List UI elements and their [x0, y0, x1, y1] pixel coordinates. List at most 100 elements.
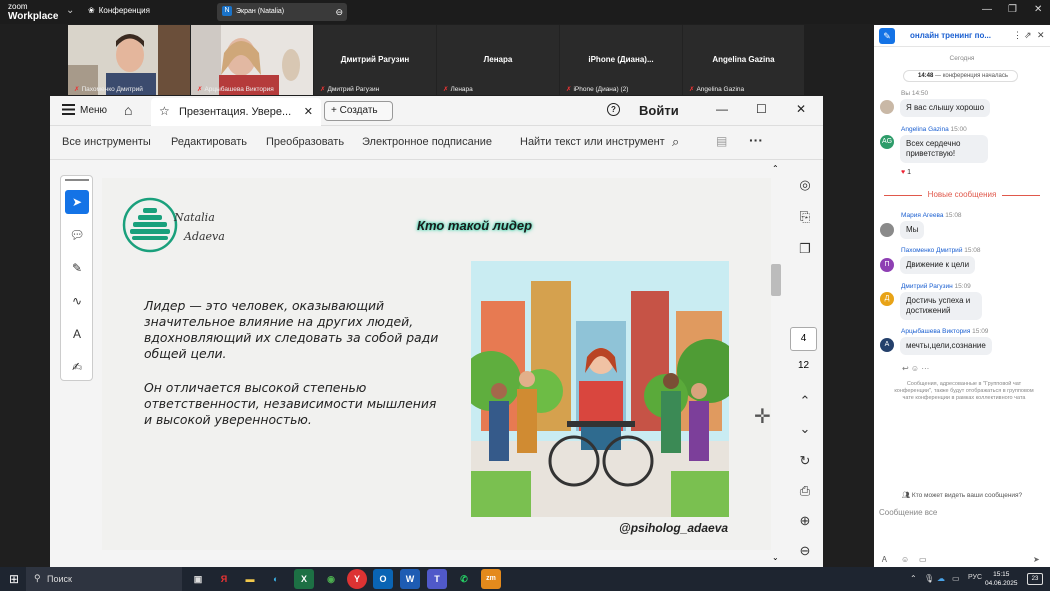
close-tab-icon[interactable]: ✕ — [304, 105, 313, 118]
more-icon[interactable]: ⋮ — [1013, 30, 1022, 41]
more-icon[interactable]: ··· — [749, 132, 763, 148]
file-explorer-icon[interactable]: ▬ — [240, 569, 260, 589]
tray-expand-icon[interactable]: ⌃ — [910, 574, 917, 583]
zoom-taskbar-icon[interactable]: zm — [481, 569, 501, 589]
close-icon[interactable]: ✕ — [1034, 4, 1042, 15]
message-input[interactable]: Сообщение все — [879, 508, 937, 517]
document-tab[interactable]: ☆ Презентация. Увере... ✕ — [151, 98, 321, 126]
clock-time: 15:15 — [993, 571, 1010, 578]
login-button[interactable]: Войти — [639, 103, 679, 118]
message-meta: Дмитрий Рагузин 15:09 — [901, 283, 971, 290]
chat-title[interactable]: онлайн тренинг по... — [910, 31, 991, 40]
task-view-icon[interactable]: ▣ — [188, 569, 208, 589]
minimize-icon[interactable]: — — [716, 102, 728, 116]
outlook-icon[interactable]: O — [373, 569, 393, 589]
edge-icon[interactable]: ◐ — [266, 569, 286, 589]
message-meta: Мария Агеева 15:08 — [901, 212, 962, 219]
page-number-input[interactable]: 4 — [790, 327, 817, 351]
maximize-icon[interactable]: ☐ — [756, 102, 767, 116]
format-icon[interactable]: Ꭺ — [882, 555, 887, 565]
scroll-thumb[interactable] — [771, 264, 781, 296]
participant-tile[interactable]: iPhone (Диана)... ✗ iPhone (Диана) (2) — [560, 25, 682, 95]
teams-icon[interactable]: T — [427, 569, 447, 589]
mic-icon[interactable]: 🎙︎ — [924, 574, 934, 583]
rotate-icon[interactable]: ↻ — [792, 450, 818, 472]
system-clock[interactable]: 15:15 04.06.2025 — [985, 570, 1018, 588]
scroll-down-icon[interactable]: ⌄ — [772, 553, 779, 562]
close-icon[interactable]: ✕ — [1037, 30, 1045, 41]
conference-menu[interactable]: ❀ Конференция — [88, 6, 150, 15]
participant-tile[interactable]: ✗ Арцыбашева Виктория — [191, 25, 313, 95]
e-sign-button[interactable]: Электронное подписание — [362, 136, 492, 148]
freehand-icon[interactable]: ∿ — [65, 289, 89, 313]
message-bubble[interactable]: Я вас слышу хорошо — [900, 99, 991, 117]
restore-icon[interactable]: ❐ — [1008, 4, 1017, 15]
select-cursor-icon[interactable]: ➤ — [65, 190, 89, 214]
meeting-started-pill: 14:48 — конференция началась — [903, 70, 1018, 82]
convert-button[interactable]: Преобразовать — [266, 136, 344, 148]
home-icon[interactable]: ⌂ — [124, 102, 132, 118]
bookmarks-icon[interactable]: ⎘ — [792, 206, 818, 228]
compose-icon[interactable]: ✎ — [879, 28, 895, 44]
language-indicator[interactable]: РУС — [968, 574, 982, 581]
search-icon[interactable]: ⌕ — [672, 134, 679, 150]
who-can-see-link[interactable]: 👥︎ Кто может видеть ваши сообщения? — [874, 491, 1050, 499]
windows-start-icon[interactable]: ⊞ — [9, 572, 19, 586]
message-bubble[interactable]: мечты,цели,сознание — [900, 337, 992, 355]
drag-grip[interactable] — [65, 179, 89, 181]
zoom-out-icon[interactable]: ⊖ — [792, 540, 818, 562]
emoji-icon[interactable]: ☺ — [901, 555, 909, 564]
message-actions[interactable]: ↩ ☺ ··· — [902, 364, 929, 373]
close-icon[interactable]: ✕ — [796, 102, 806, 116]
excel-icon[interactable]: X — [294, 569, 314, 589]
message-bubble[interactable]: Достичь успеха и достижений — [900, 292, 982, 320]
help-icon[interactable]: ? — [607, 103, 620, 116]
participant-tile[interactable]: Дмитрий Рагузин ✗ Дмитрий Рагузин — [314, 25, 436, 95]
participant-tile[interactable]: Angelina Gazina ✗ Angelina Gazina — [683, 25, 804, 95]
star-icon[interactable]: ☆ — [159, 104, 170, 118]
word-icon[interactable]: W — [400, 569, 420, 589]
reaction-heart[interactable]: ♥ 1 — [901, 169, 911, 176]
popout-icon[interactable]: ⇗ — [1024, 30, 1032, 41]
screen-share-tab[interactable]: N Экран (Natalia) ⊖ — [217, 3, 347, 21]
zoom-in-icon[interactable]: ⊕ — [792, 510, 818, 532]
next-page-icon[interactable]: ⌄ — [792, 418, 818, 440]
chevron-down-icon[interactable]: ⌄ — [66, 5, 74, 16]
file-icon[interactable]: ▭ — [919, 555, 927, 564]
message-bubble[interactable]: Мы — [900, 221, 925, 239]
comment-icon[interactable]: 💬︎ — [65, 223, 89, 247]
edit-button[interactable]: Редактировать — [171, 136, 247, 148]
cloud-icon[interactable]: ☁ — [937, 574, 945, 583]
ai-assistant-icon[interactable]: ◎ — [792, 174, 818, 196]
sign-icon[interactable]: ✍︎ — [65, 355, 89, 379]
yandex-browser-icon[interactable]: Y — [347, 569, 367, 589]
logo-text-1: Natalia — [174, 211, 215, 224]
video-gallery: ✗ Пахоменко Дмитрий ✗ Арцыбашева Виктория … — [68, 25, 804, 95]
save-icon[interactable]: ▤ — [716, 134, 727, 148]
create-button[interactable]: + Создать — [324, 101, 393, 121]
find-tool-button[interactable]: Найти текст или инструмент — [520, 136, 665, 148]
close-share-icon[interactable]: ⊖ — [335, 3, 343, 21]
participant-tile[interactable]: ✗ Пахоменко Дмитрий — [68, 25, 190, 95]
extract-page-icon[interactable]: ⎙ — [792, 480, 818, 502]
vertical-scrollbar[interactable]: ⌃ ⌄ — [769, 164, 783, 567]
network-icon[interactable]: ▭ — [952, 574, 960, 583]
message-bubble[interactable]: Всех сердечно приветствую! — [900, 135, 988, 163]
notification-badge[interactable]: 23 — [1027, 573, 1043, 585]
whatsapp-icon[interactable]: ✆ — [454, 569, 474, 589]
scroll-up-icon[interactable]: ⌃ — [772, 164, 779, 173]
pages-icon[interactable]: ❐ — [792, 238, 818, 260]
prev-page-icon[interactable]: ⌃ — [792, 390, 818, 412]
yandex-icon[interactable]: Я — [214, 569, 234, 589]
chrome-icon[interactable]: ◉ — [321, 569, 341, 589]
message-bubble[interactable]: Движение к цели — [900, 256, 976, 274]
highlight-pen-icon[interactable]: ✎ — [65, 256, 89, 280]
menu-button[interactable]: Меню — [80, 105, 107, 116]
all-tools-button[interactable]: Все инструменты — [62, 136, 151, 148]
send-icon[interactable]: ➤ — [1033, 555, 1040, 564]
participant-tile[interactable]: Ленара ✗ Ленара — [437, 25, 559, 95]
taskbar-search[interactable]: ⚲ Поиск — [26, 567, 182, 591]
hamburger-icon[interactable] — [62, 104, 75, 115]
text-box-icon[interactable]: A — [65, 322, 89, 346]
minimize-icon[interactable]: — — [982, 4, 992, 15]
